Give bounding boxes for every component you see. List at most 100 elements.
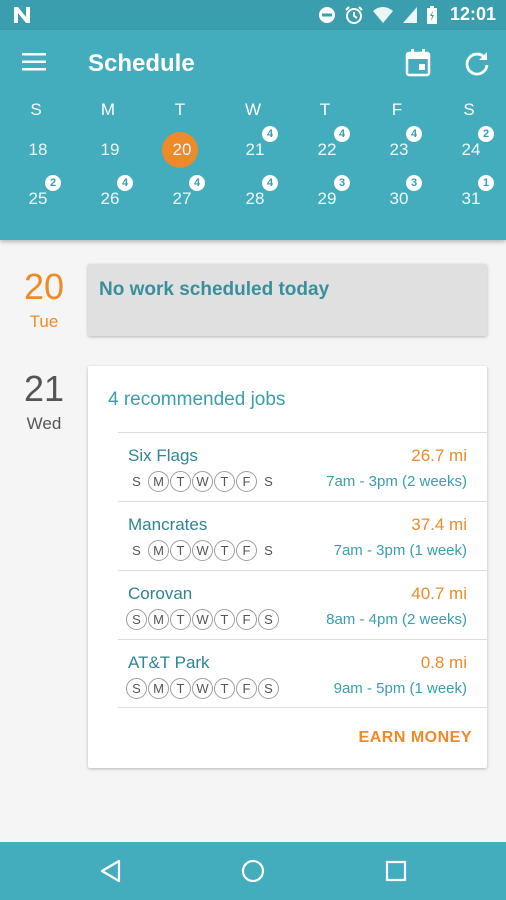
job-distance: 26.7 mi xyxy=(411,446,467,465)
nav-bar xyxy=(0,842,506,900)
job-day-chip: S xyxy=(126,678,147,699)
calendar-day[interactable]: 31 1 xyxy=(449,175,494,219)
job-day-chip: F xyxy=(236,609,257,630)
job-time: 7am - 3pm (2 weeks) xyxy=(326,473,467,490)
calendar-day[interactable]: 30 3 xyxy=(377,175,422,219)
calendar-day-number: 21 xyxy=(245,140,265,159)
next-day-number: 21 xyxy=(23,368,65,409)
job-list-item[interactable]: AT&T Park 0.8 mi S M T W T F S 9am - 5pm (1 week) xyxy=(118,639,487,708)
job-count-badge: 1 xyxy=(478,175,494,191)
n-logo-icon xyxy=(14,7,30,23)
next-day-date: 21 Wed xyxy=(0,368,88,434)
days-of-week-row: SMTWTFS xyxy=(0,100,506,124)
calendar-week-1: 18 19 20 21 4 22 4 23 4 24 2 xyxy=(0,126,506,170)
job-days: SMTWTFS xyxy=(126,540,279,561)
day-of-week-label: W xyxy=(244,100,262,119)
job-name: Six Flags xyxy=(128,446,198,465)
calendar-day[interactable]: 26 4 xyxy=(88,175,133,219)
recommended-jobs-card: 4 recommended jobs EARN MONEY Six Flags 2… xyxy=(88,366,487,768)
job-day-chip: S xyxy=(258,609,279,630)
job-day-chip: M xyxy=(148,540,169,561)
calendar-day-number: 22 xyxy=(317,140,337,159)
job-days: SMTWTFS xyxy=(126,609,279,630)
status-bar: 12:01 xyxy=(0,0,506,30)
refresh-icon[interactable] xyxy=(463,50,491,78)
menu-icon[interactable] xyxy=(22,52,48,72)
calendar-day[interactable]: 18 xyxy=(16,130,60,170)
job-day-chip: S xyxy=(126,609,147,630)
calendar-day-number: 27 xyxy=(172,189,192,208)
calendar-day[interactable]: 28 4 xyxy=(233,175,278,219)
calendar-day-number: 26 xyxy=(100,189,120,208)
job-days: SMTWTFS xyxy=(126,471,279,492)
job-distance: 40.7 mi xyxy=(411,584,467,603)
job-count-badge: 4 xyxy=(406,126,422,142)
job-day-chip: F xyxy=(236,471,257,492)
today-date: 20 Tue xyxy=(0,266,88,332)
calendar-day[interactable]: 22 4 xyxy=(305,126,350,170)
earn-money-button[interactable]: EARN MONEY xyxy=(359,729,472,747)
job-day-chip: T xyxy=(214,540,235,561)
calendar-day-number: 28 xyxy=(245,189,265,208)
job-day-chip: T xyxy=(214,678,235,699)
next-day-name: Wed xyxy=(26,414,62,433)
status-time: 12:01 xyxy=(449,4,496,24)
day-of-week-label: S xyxy=(30,100,42,119)
job-list-item[interactable]: Mancrates 37.4 mi S M T W T F S 7am - 3pm (1 week… xyxy=(118,501,487,570)
job-day-chip: W xyxy=(192,609,213,630)
job-day-chip: T xyxy=(170,609,191,630)
home-icon[interactable] xyxy=(240,858,266,884)
recents-icon[interactable] xyxy=(383,858,409,884)
job-name: Corovan xyxy=(128,584,193,603)
job-day-chip: S xyxy=(264,543,273,558)
alarm-icon xyxy=(345,5,363,24)
calendar-day-number: 25 xyxy=(28,189,48,208)
job-day-chip: T xyxy=(170,540,191,561)
job-day-chip: M xyxy=(148,471,169,492)
job-day-chip: S xyxy=(132,474,141,489)
calendar-week-2: 25 2 26 4 27 4 28 4 29 3 30 3 31 1 xyxy=(0,175,506,219)
job-name: AT&T Park xyxy=(128,653,210,672)
day-of-week-label: S xyxy=(463,100,475,119)
job-list-item[interactable]: Corovan 40.7 mi S M T W T F S 8am - 4pm (2 weeks) xyxy=(118,570,487,639)
back-icon[interactable] xyxy=(98,858,124,884)
calendar-day[interactable]: 21 4 xyxy=(233,126,278,170)
signal-icon xyxy=(402,6,417,23)
job-count-badge: 4 xyxy=(189,175,205,191)
job-list-item[interactable]: Six Flags 26.7 mi S M T W T F S 7am - 3pm (2 week… xyxy=(118,432,487,501)
job-day-chip: T xyxy=(214,471,235,492)
calendar-day[interactable]: 19 xyxy=(88,130,132,170)
job-day-chip: W xyxy=(192,540,213,561)
job-time: 9am - 5pm (1 week) xyxy=(333,680,467,697)
job-day-chip: T xyxy=(170,678,191,699)
job-count-badge: 2 xyxy=(478,126,494,142)
job-day-chip: T xyxy=(214,609,235,630)
job-time: 7am - 3pm (1 week) xyxy=(333,542,467,559)
today-day-name: Tue xyxy=(29,312,59,331)
calendar-icon[interactable] xyxy=(404,48,432,78)
day-of-week-label: M xyxy=(100,100,116,119)
job-day-chip: F xyxy=(236,540,257,561)
calendar-day[interactable]: 27 4 xyxy=(160,175,205,219)
today-day-number: 20 xyxy=(23,266,65,307)
job-days: SMTWTFS xyxy=(126,678,279,699)
no-work-card: No work scheduled today xyxy=(88,264,487,336)
calendar-day[interactable]: 29 3 xyxy=(305,175,350,219)
job-distance: 37.4 mi xyxy=(411,515,467,534)
calendar-day[interactable]: 24 2 xyxy=(449,126,494,170)
calendar-day-number: 29 xyxy=(317,189,337,208)
job-count-badge: 4 xyxy=(334,126,350,142)
job-distance: 0.8 mi xyxy=(420,653,467,672)
job-day-chip: S xyxy=(264,474,273,489)
calendar-day-number: 23 xyxy=(389,140,409,159)
calendar-day[interactable]: 23 4 xyxy=(377,126,422,170)
calendar-day[interactable]: 20 xyxy=(160,130,204,170)
day-of-week-label: T xyxy=(319,100,331,119)
page-title: Schedule xyxy=(88,50,195,77)
calendar-day-number: 30 xyxy=(389,189,409,208)
day-of-week-label: T xyxy=(174,100,186,119)
job-day-chip: S xyxy=(258,678,279,699)
calendar-day[interactable]: 25 2 xyxy=(16,175,61,219)
job-day-chip: F xyxy=(236,678,257,699)
calendar-day-number: 31 xyxy=(461,189,481,208)
